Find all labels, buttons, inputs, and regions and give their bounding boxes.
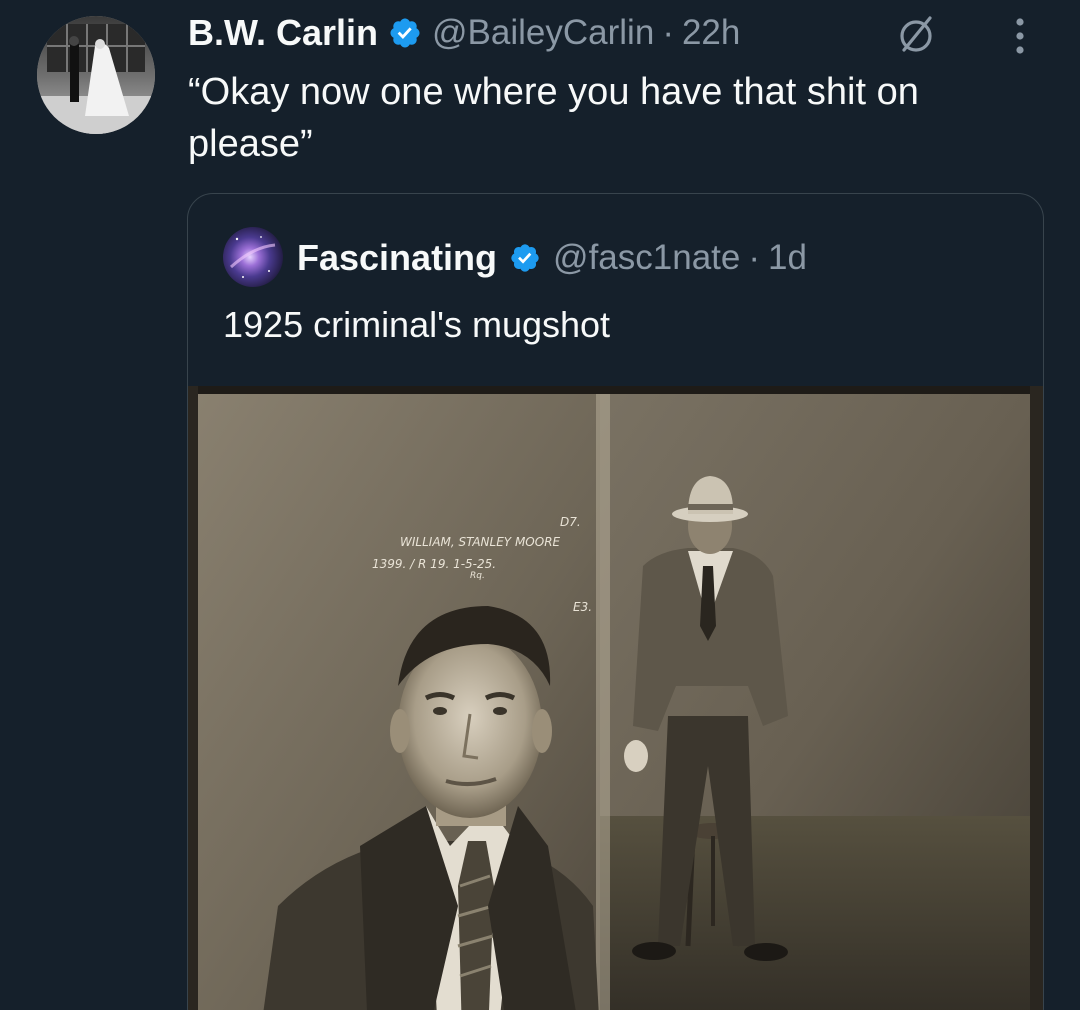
verified-badge-icon[interactable] (509, 242, 541, 274)
more-options-icon[interactable] (1000, 10, 1040, 60)
wedding-photo-avatar (37, 16, 155, 134)
photo-caption-line: 1399. / R 19. 1-5-25. (372, 557, 496, 571)
galaxy-avatar (223, 227, 283, 287)
mugshot-photo: D7. WILLIAM, STANLEY MOORE 1399. / R 19.… (188, 386, 1043, 1010)
edit-history-icon[interactable] (896, 14, 936, 54)
tweet-timestamp[interactable]: 22h (682, 13, 740, 53)
photo-caption-line: E3. (573, 600, 592, 614)
quoted-tweet-header: Fascinating @fasc1nate · 1d (297, 234, 807, 282)
quoted-tweet-timestamp[interactable]: 1d (768, 238, 807, 278)
quoted-tweet-photo[interactable]: D7. WILLIAM, STANLEY MOORE 1399. / R 19.… (188, 386, 1043, 1010)
separator-dot: · (748, 238, 761, 277)
author-avatar[interactable] (37, 16, 155, 134)
tweet-text: “Okay now one where you have that shit o… (188, 71, 919, 165)
photo-caption-line: D7. (560, 515, 581, 529)
verified-badge-icon[interactable] (388, 16, 422, 50)
tweet[interactable]: B.W. Carlin @BaileyCarlin · 22h “Okay no… (0, 0, 1080, 1010)
quoted-author-handle[interactable]: @fasc1nate (553, 238, 740, 278)
quoted-tweet-text: 1925 criminal's mugshot (223, 304, 611, 345)
quoted-author-avatar[interactable] (223, 227, 283, 287)
quoted-author-display-name[interactable]: Fascinating (297, 237, 497, 279)
author-display-name[interactable]: B.W. Carlin (188, 12, 378, 54)
author-handle[interactable]: @BaileyCarlin (432, 13, 654, 53)
photo-caption-line: Rq. (470, 571, 485, 581)
tweet-header: B.W. Carlin @BaileyCarlin · 22h (188, 10, 740, 56)
photo-caption-line: WILLIAM, STANLEY MOORE (400, 535, 561, 549)
separator-dot: · (662, 13, 674, 52)
quoted-tweet[interactable]: Fascinating @fasc1nate · 1d 1925 crimina… (187, 193, 1044, 1010)
